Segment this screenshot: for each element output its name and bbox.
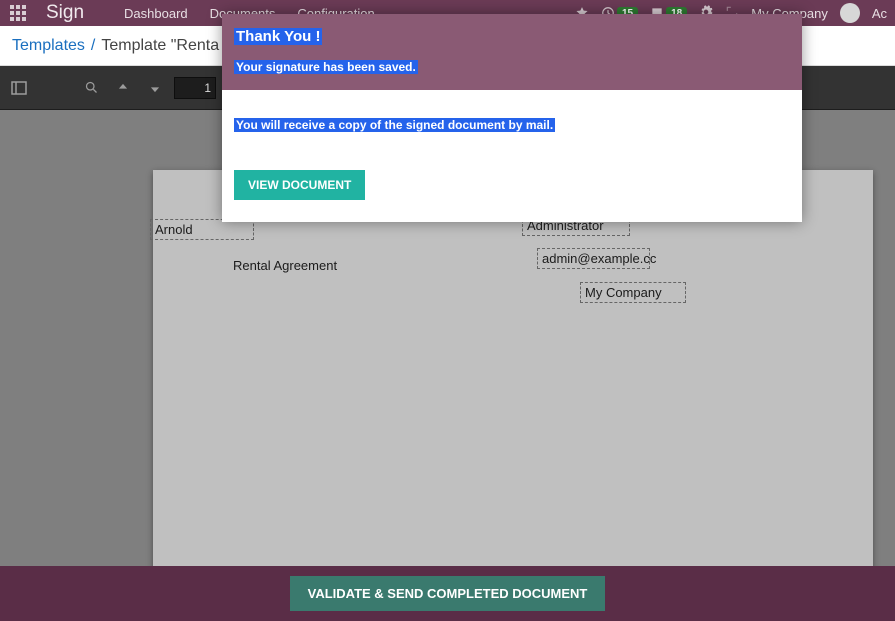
- modal-header: Thank You ! Your signature has been save…: [222, 14, 802, 90]
- page-up-icon[interactable]: [110, 75, 136, 101]
- thankyou-modal: Thank You ! Your signature has been save…: [222, 14, 802, 222]
- search-icon[interactable]: [78, 75, 104, 101]
- nav-dashboard[interactable]: Dashboard: [124, 6, 188, 21]
- modal-title: Thank You !: [234, 28, 322, 45]
- page-number-input[interactable]: [174, 77, 216, 99]
- avatar[interactable]: [840, 3, 860, 23]
- bottom-bar: VALIDATE & SEND COMPLETED DOCUMENT: [0, 566, 895, 621]
- user-short[interactable]: Ac: [872, 6, 887, 21]
- breadcrumb-sep: /: [91, 37, 95, 55]
- page-down-icon[interactable]: [142, 75, 168, 101]
- document-title-text: Rental Agreement: [233, 258, 337, 273]
- sidebar-toggle-icon[interactable]: [6, 75, 32, 101]
- app-brand[interactable]: Sign: [46, 2, 84, 24]
- field-admin-email[interactable]: admin@example.cc: [537, 248, 650, 269]
- validate-send-button[interactable]: VALIDATE & SEND COMPLETED DOCUMENT: [290, 576, 606, 611]
- field-company[interactable]: My Company: [580, 282, 686, 303]
- modal-message: You will receive a copy of the signed do…: [234, 118, 555, 132]
- view-document-button[interactable]: VIEW DOCUMENT: [234, 170, 365, 200]
- breadcrumb-current: Template "Renta: [101, 37, 219, 55]
- apps-icon[interactable]: [8, 3, 28, 23]
- modal-subtitle: Your signature has been saved.: [234, 60, 418, 74]
- document-page: Arnold Administrator admin@example.cc My…: [153, 170, 873, 566]
- modal-body: You will receive a copy of the signed do…: [222, 90, 802, 222]
- field-first-name[interactable]: Arnold: [150, 219, 254, 240]
- breadcrumb-root[interactable]: Templates: [12, 37, 85, 55]
